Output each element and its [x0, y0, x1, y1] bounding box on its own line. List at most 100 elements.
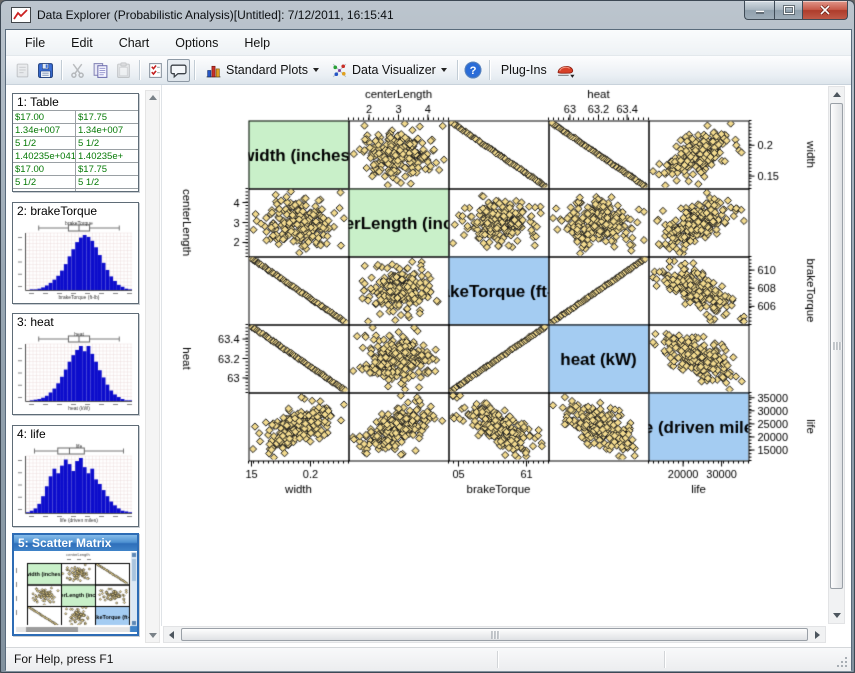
scatter-matrix-thumbnail-canvas	[14, 552, 137, 632]
plugins-label: Plug-Ins	[494, 63, 554, 77]
data-visualizer-label: Data Visualizer	[352, 63, 436, 77]
status-bar: For Help, press F1	[6, 647, 851, 671]
table-thumb-row: 5.235.23	[13, 189, 138, 193]
copy-icon	[92, 62, 109, 79]
toolbar-separator	[194, 60, 195, 80]
options-checklist-button[interactable]	[144, 59, 167, 82]
client-area: File Edit Chart Options Help	[5, 29, 852, 670]
thumbnail-title: 2: brakeTorque	[13, 203, 138, 219]
table-thumb-cell: 1.40235e+	[76, 150, 139, 163]
maximize-button[interactable]	[774, 1, 803, 20]
table-thumb-row: 5 1/25 1/2	[13, 176, 138, 189]
vertical-scroll-thumb[interactable]	[830, 103, 843, 589]
thumbnail-life-histogram[interactable]: 4: life	[12, 425, 139, 527]
plugin-hat-icon	[556, 62, 575, 79]
checklist-icon	[147, 62, 164, 79]
table-thumb-cell: 5 1/2	[76, 176, 139, 189]
app-window: Data Explorer (Probabilistic Analysis)[U…	[0, 0, 855, 673]
thumbnail-title: 5: Scatter Matrix	[14, 535, 137, 551]
help-icon: ?	[464, 61, 482, 79]
toolbar-separator	[139, 60, 140, 80]
mini-table: $17.00$17.751.34e+0071.34e+0075 1/25 1/2…	[13, 110, 138, 192]
menu-item-file[interactable]: File	[12, 32, 58, 54]
table-thumb-cell: $17.00	[13, 163, 76, 176]
table-thumb-cell: 1.34e+007	[13, 124, 76, 137]
speech-bubble-icon	[170, 62, 187, 79]
copy-button[interactable]	[89, 59, 112, 82]
plugins-button[interactable]	[554, 59, 577, 82]
braketorque-histogram-canvas	[15, 220, 136, 301]
standard-plots-button[interactable]: Standard Plots	[199, 59, 325, 82]
scissors-icon	[69, 62, 86, 79]
scroll-down-icon[interactable]	[149, 633, 157, 638]
table-thumb-cell: $17.00	[13, 111, 76, 124]
data-visualizer-button[interactable]: Data Visualizer	[325, 59, 453, 82]
data-visualizer-icon	[331, 62, 348, 79]
save-button[interactable]	[34, 59, 57, 82]
minimize-button[interactable]	[744, 1, 774, 20]
window-title: Data Explorer (Probabilistic Analysis)[U…	[37, 8, 394, 22]
toolbar-separator	[489, 60, 490, 80]
toolbar: Standard Plots Data Visualizer ? Plug-In…	[6, 56, 851, 85]
thumbnail-scatter-matrix[interactable]: 5: Scatter Matrix	[12, 533, 139, 636]
menu-item-edit[interactable]: Edit	[58, 32, 106, 54]
resize-grip-icon[interactable]	[836, 656, 848, 668]
table-thumb-row: $17.00$17.75	[13, 111, 138, 124]
table-thumb-row: 1.40235e+0411.40235e+	[13, 150, 138, 163]
thumbnail-title: 4: life	[13, 426, 138, 442]
scroll-up-icon	[833, 92, 841, 97]
table-thumb-cell: 5 1/2	[13, 137, 76, 150]
status-divider	[664, 651, 665, 668]
scroll-right-button[interactable]	[810, 627, 825, 642]
table-thumb-cell: 1.34e+007	[76, 124, 139, 137]
table-thumb-cell: 5.23	[76, 189, 139, 193]
save-icon	[37, 62, 54, 79]
scroll-left-button[interactable]	[164, 627, 179, 642]
comment-toggle-button[interactable]	[167, 59, 190, 82]
scroll-up-icon[interactable]	[149, 95, 157, 100]
thumbnail-table[interactable]: 1: Table $17.00$17.751.34e+0071.34e+0075…	[12, 93, 139, 192]
help-button[interactable]: ?	[462, 59, 485, 82]
scroll-down-icon	[833, 613, 841, 618]
chevron-down-icon	[313, 68, 319, 72]
table-thumb-cell: 5.23	[13, 189, 76, 193]
cut-button[interactable]	[66, 59, 89, 82]
title-bar[interactable]: Data Explorer (Probabilistic Analysis)[U…	[1, 1, 854, 29]
life-histogram-canvas	[15, 443, 136, 524]
notebook-icon	[14, 62, 31, 79]
chevron-down-icon	[441, 68, 447, 72]
status-message: For Help, press F1	[14, 652, 113, 666]
menu-item-chart[interactable]: Chart	[106, 32, 163, 54]
table-thumb-cell: 1.40235e+041	[13, 150, 76, 163]
scroll-left-icon	[169, 631, 174, 639]
paste-button[interactable]	[112, 59, 135, 82]
horizontal-scroll-thumb[interactable]	[181, 628, 808, 641]
heat-histogram-canvas	[15, 331, 136, 412]
sidebar-scrollbar[interactable]	[145, 90, 160, 643]
svg-text:?: ?	[470, 65, 477, 77]
scroll-down-button[interactable]	[829, 608, 844, 623]
table-thumb-row: $17.00$17.75	[13, 163, 138, 176]
table-thumb-cell: 5 1/2	[76, 137, 139, 150]
toolbar-separator	[457, 60, 458, 80]
scatter-matrix-canvas[interactable]	[163, 86, 828, 624]
bar-chart-icon	[205, 62, 222, 79]
menu-bar: File Edit Chart Options Help	[6, 30, 851, 56]
scroll-right-icon	[815, 631, 820, 639]
table-thumb-row: 1.34e+0071.34e+007	[13, 124, 138, 137]
new-report-button[interactable]	[11, 59, 34, 82]
chart-document-area	[161, 85, 828, 626]
status-divider	[497, 651, 498, 668]
standard-plots-label: Standard Plots	[226, 63, 308, 77]
toolbar-separator	[61, 60, 62, 80]
menu-item-options[interactable]: Options	[162, 32, 231, 54]
menu-item-help[interactable]: Help	[231, 32, 283, 54]
thumbnail-heat-histogram[interactable]: 3: heat	[12, 313, 139, 415]
scroll-up-button[interactable]	[829, 87, 844, 102]
thumbnail-braketorque-histogram[interactable]: 2: brakeTorque	[12, 202, 139, 304]
close-button[interactable]	[803, 1, 848, 20]
main-vertical-scrollbar[interactable]	[828, 86, 845, 624]
main-horizontal-scrollbar[interactable]	[163, 626, 826, 643]
table-thumb-cell: $17.75	[76, 111, 139, 124]
thumbnail-title: 1: Table	[13, 94, 138, 110]
